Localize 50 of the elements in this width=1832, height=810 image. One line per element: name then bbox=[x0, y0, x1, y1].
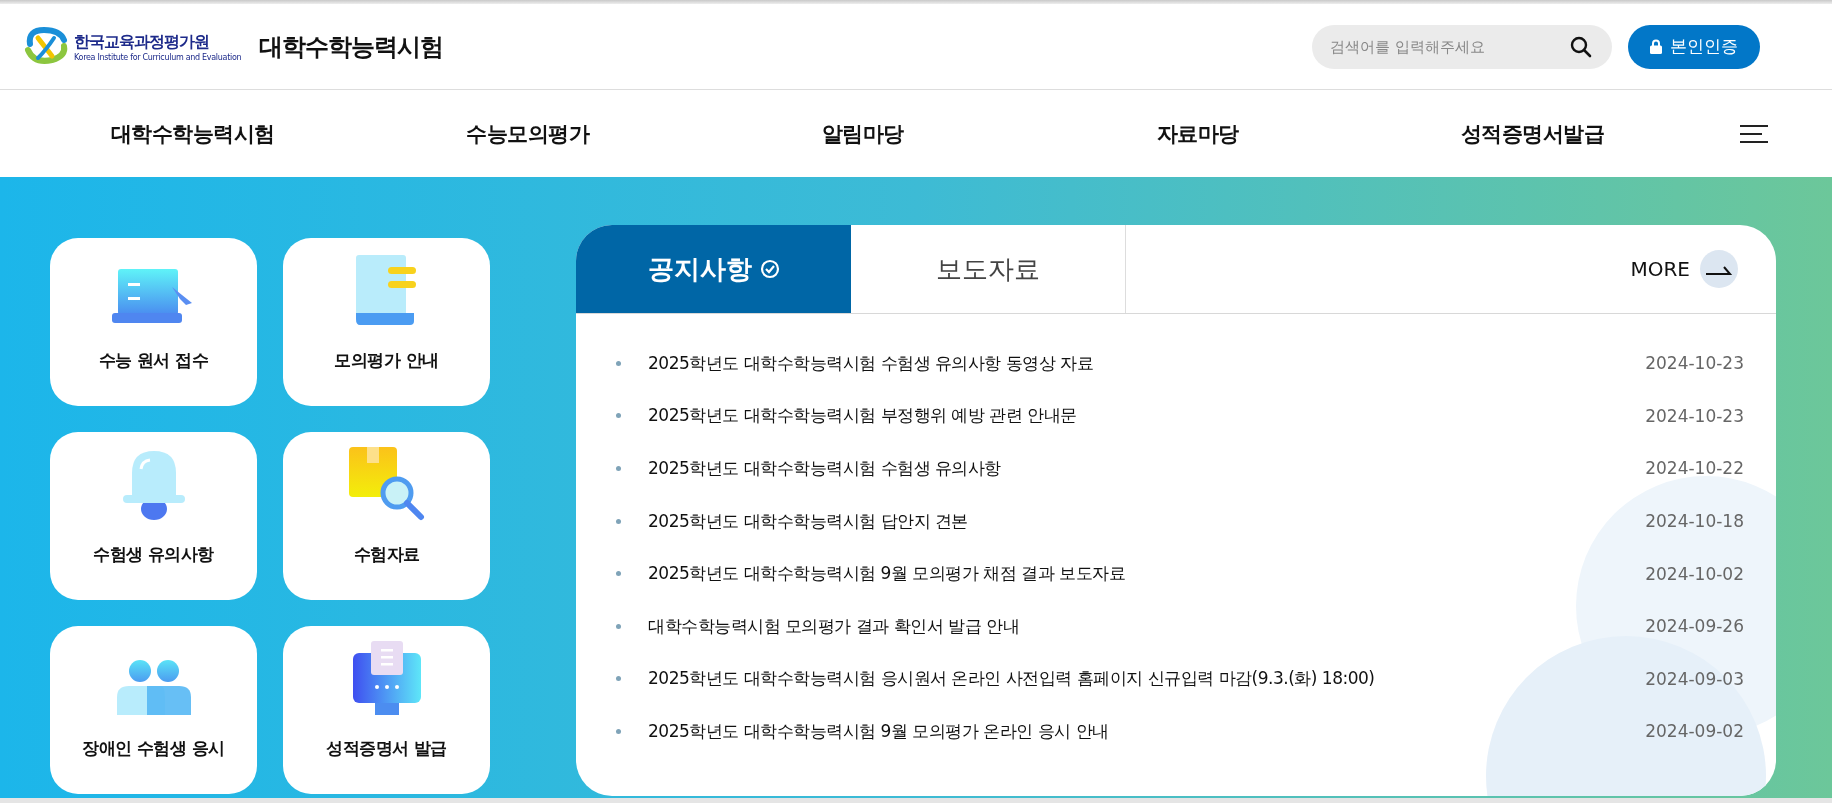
notice-date: 2024-09-02 bbox=[1645, 721, 1744, 742]
notice-date: 2024-10-22 bbox=[1645, 458, 1744, 479]
nav-link[interactable]: 수능모의평가 bbox=[360, 119, 695, 148]
notice-title[interactable]: 2025학년도 대학수학능력시험 답안지 견본 bbox=[648, 509, 968, 533]
notice-date: 2024-09-03 bbox=[1645, 668, 1744, 689]
bullet-icon bbox=[616, 623, 621, 629]
notice-date: 2024-10-23 bbox=[1645, 405, 1744, 426]
quick-link-tile[interactable]: 수험생 유의사항 bbox=[50, 432, 257, 600]
kiosk-icon bbox=[352, 641, 421, 715]
notice-date: 2024-10-02 bbox=[1645, 563, 1744, 584]
bullet-icon bbox=[616, 518, 621, 524]
bullet-icon bbox=[616, 413, 621, 419]
notice-title[interactable]: 2025학년도 대학수학능력시험 수험생 유의사항 bbox=[648, 457, 1001, 480]
quick-link-tile[interactable]: 수능 원서 접수 bbox=[50, 238, 257, 406]
logo-subtitle: Korea Institute for Curriculum and Evaluation bbox=[74, 52, 242, 62]
quick-link-tile[interactable]: 성적증명서 발급 bbox=[283, 626, 490, 794]
notice-date: 2024-09-26 bbox=[1645, 616, 1744, 637]
notice-title[interactable]: 2025학년도 대학수학능력시험 응시원서 온라인 사전입력 홈페이지 신규입력 마감(9.3.(화) 18:00) bbox=[648, 667, 1375, 691]
notice-title[interactable]: 2025학년도 대학수학능력시험 부정행위 예방 관련 안내문 bbox=[648, 404, 1077, 428]
quick-link-tile[interactable]: 모의평가 안내 bbox=[283, 238, 490, 406]
bullet-icon bbox=[616, 466, 621, 471]
notice-title[interactable]: 대학수학능력시험 모의평가 결과 확인서 발급 안내 bbox=[648, 614, 1020, 638]
nav-link[interactable]: 알림마당 bbox=[695, 119, 1030, 148]
search-icon[interactable] bbox=[1570, 35, 1592, 58]
nav-link[interactable]: 성적증명서발급 bbox=[1365, 119, 1700, 148]
notice-date: 2024-10-18 bbox=[1645, 511, 1744, 532]
quick-link-tile[interactable]: 수험자료 bbox=[283, 432, 490, 600]
logo-name: 한국교육과정평가원 bbox=[74, 31, 210, 53]
notice-title[interactable]: 2025학년도 대학수학능력시험 9월 모의평가 온라인 응시 안내 bbox=[648, 719, 1109, 743]
notice-title[interactable]: 2025학년도 대학수학능력시험 수험생 유의사항 동영상 자료 bbox=[648, 351, 1094, 375]
bullet-icon bbox=[616, 676, 621, 682]
check-circle-icon bbox=[759, 259, 780, 279]
lock-icon bbox=[1650, 39, 1662, 54]
people-icon bbox=[116, 659, 191, 715]
more-link[interactable]: MORE bbox=[1624, 249, 1744, 289]
search-field[interactable]: 검색어를 입력해주세요 bbox=[1312, 24, 1612, 69]
bell-icon bbox=[122, 451, 185, 521]
bullet-icon bbox=[616, 360, 621, 366]
menu-icon[interactable] bbox=[1740, 124, 1768, 143]
board-tab[interactable]: 공지사항 bbox=[576, 225, 851, 313]
auth-button[interactable]: 본인인증 bbox=[1628, 24, 1760, 69]
nav-link[interactable]: 자료마당 bbox=[1030, 119, 1365, 148]
bullet-icon bbox=[616, 571, 621, 577]
notice-date: 2024-10-23 bbox=[1645, 353, 1744, 374]
notice-title[interactable]: 2025학년도 대학수학능력시험 9월 모의평가 채점 결과 보도자료 bbox=[648, 562, 1125, 586]
box-magnifier-icon bbox=[348, 447, 425, 521]
quick-link-tile[interactable]: 장애인 수험생 응시 bbox=[50, 626, 257, 794]
site-title: 대학수학능력시험 bbox=[259, 31, 444, 63]
bullet-icon bbox=[616, 728, 621, 734]
nav-link[interactable]: 대학수학능력시험 bbox=[25, 119, 360, 148]
